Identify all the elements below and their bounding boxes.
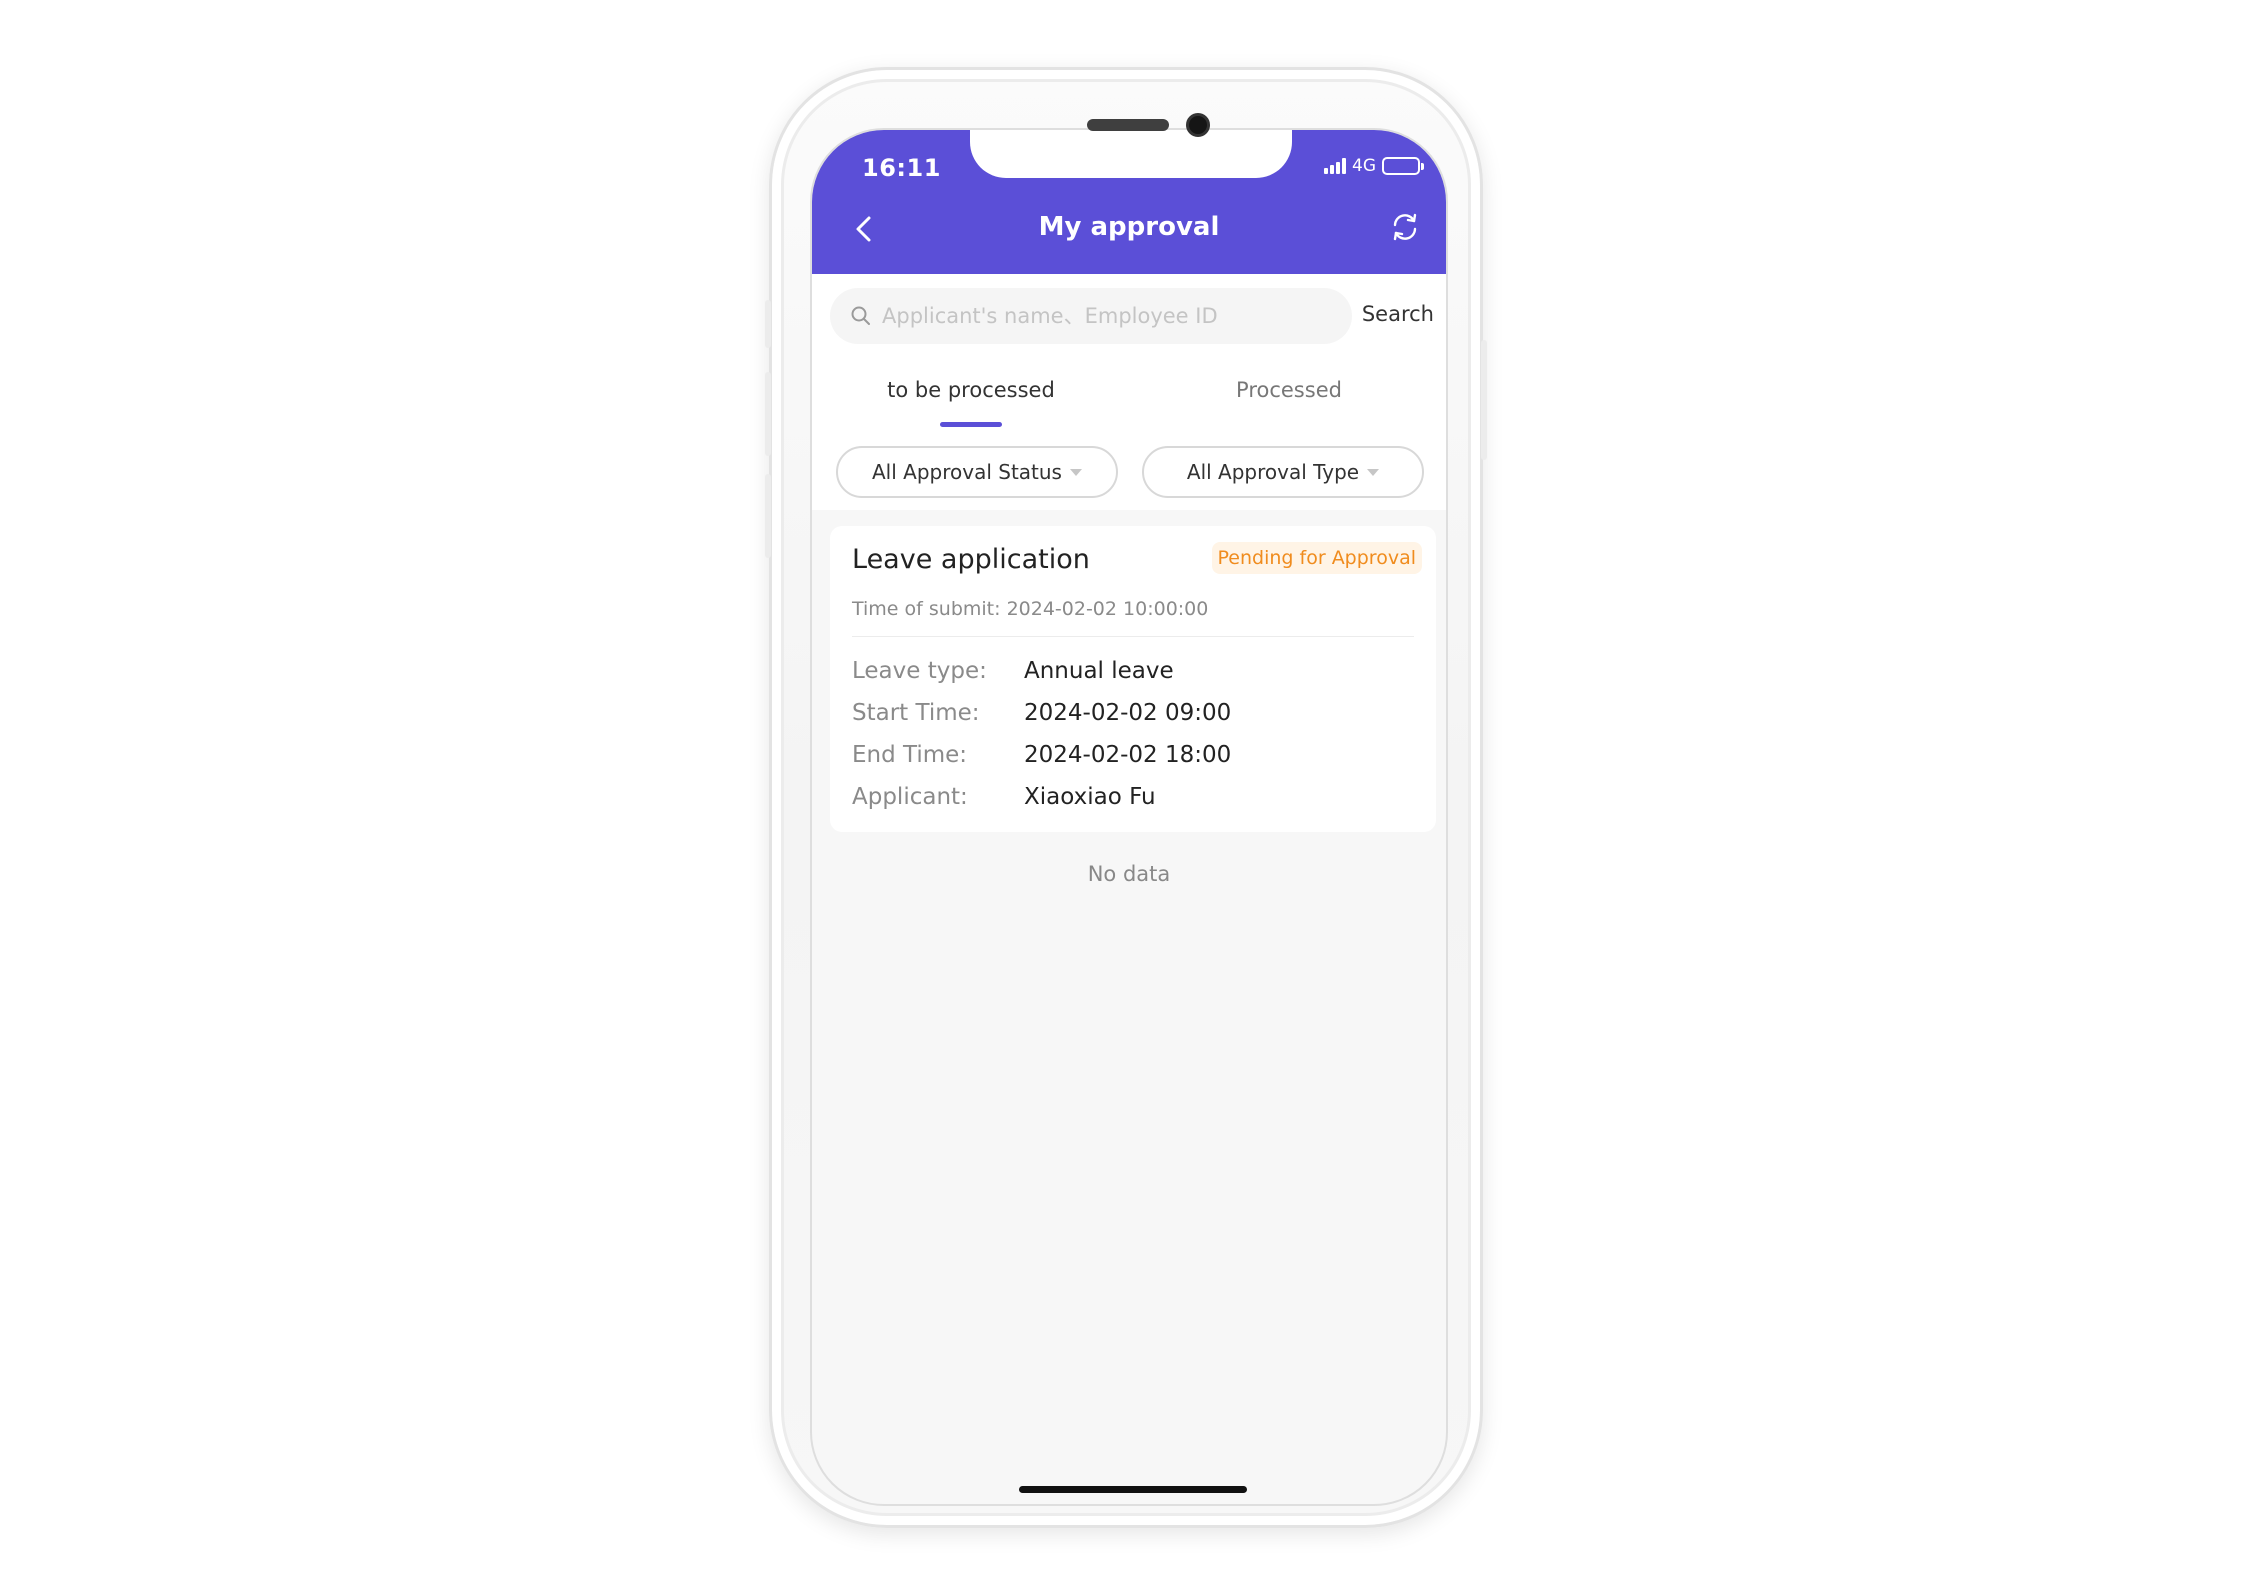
detail-value: 2024-02-02 09:00 — [1024, 700, 1232, 726]
network-label: 4G — [1352, 156, 1376, 176]
refresh-button[interactable] — [1388, 210, 1422, 244]
status-indicators: 4G — [1324, 156, 1424, 176]
detail-label: Applicant: — [852, 784, 968, 810]
active-tab-indicator — [940, 422, 1002, 427]
detail-value: Xiaoxiao Fu — [1024, 784, 1156, 810]
approval-type-label: All Approval Type — [1186, 460, 1360, 484]
card-title: Leave application — [852, 544, 1090, 575]
detail-label: End Time: — [852, 742, 968, 768]
status-badge: Pending for Approval — [1211, 542, 1422, 574]
filter-panel: Search to be processed Processed All App… — [812, 274, 1446, 510]
home-indicator[interactable] — [1019, 1486, 1247, 1493]
search-bar[interactable] — [830, 288, 1352, 344]
card-divider — [852, 636, 1414, 637]
approval-status-label: All Approval Status — [872, 460, 1062, 484]
mute-switch — [765, 300, 771, 348]
detail-value: 2024-02-02 18:00 — [1024, 742, 1232, 768]
detail-row-start-time: Start Time: 2024-02-02 09:00 — [852, 700, 1231, 726]
status-time: 16:11 — [862, 154, 941, 182]
detail-label: Leave type: — [852, 658, 987, 684]
tab-processed[interactable]: Processed — [1130, 378, 1446, 402]
search-button[interactable]: Search — [1362, 302, 1434, 326]
approval-type-dropdown[interactable]: All Approval Type — [1142, 446, 1424, 498]
search-icon — [851, 306, 870, 325]
detail-row-end-time: End Time: 2024-02-02 18:00 — [852, 742, 1231, 768]
volume-up-button — [765, 372, 771, 456]
front-camera — [1186, 113, 1210, 137]
detail-row-applicant: Applicant: Xiaoxiao Fu — [852, 784, 1156, 810]
volume-down-button — [765, 474, 771, 558]
signal-icon — [1324, 158, 1346, 174]
battery-icon — [1382, 157, 1424, 175]
detail-label: Start Time: — [852, 700, 980, 726]
caret-down-icon — [1069, 468, 1082, 476]
tab-to-be-processed[interactable]: to be processed — [812, 378, 1130, 402]
speaker-grille — [1087, 119, 1169, 131]
submit-time: Time of submit: 2024-02-02 10:00:00 — [852, 598, 1209, 620]
page-title: My approval — [1038, 212, 1220, 242]
approval-status-dropdown[interactable]: All Approval Status — [836, 446, 1118, 498]
phone-screen: 16:11 4G My approval Applicant's name、Em… — [810, 128, 1448, 1506]
empty-state-text: No data — [1087, 862, 1171, 886]
detail-row-leave-type: Leave type: Annual leave — [852, 658, 1174, 684]
search-input[interactable] — [880, 303, 1320, 329]
refresh-icon — [1393, 213, 1417, 241]
detail-value: Annual leave — [1024, 658, 1174, 684]
notch — [970, 130, 1292, 178]
approval-card[interactable]: Leave application Pending for Approval T… — [830, 526, 1436, 832]
power-button — [1481, 340, 1487, 460]
app-header: 16:11 4G My approval — [812, 130, 1446, 274]
caret-down-icon — [1367, 468, 1380, 476]
